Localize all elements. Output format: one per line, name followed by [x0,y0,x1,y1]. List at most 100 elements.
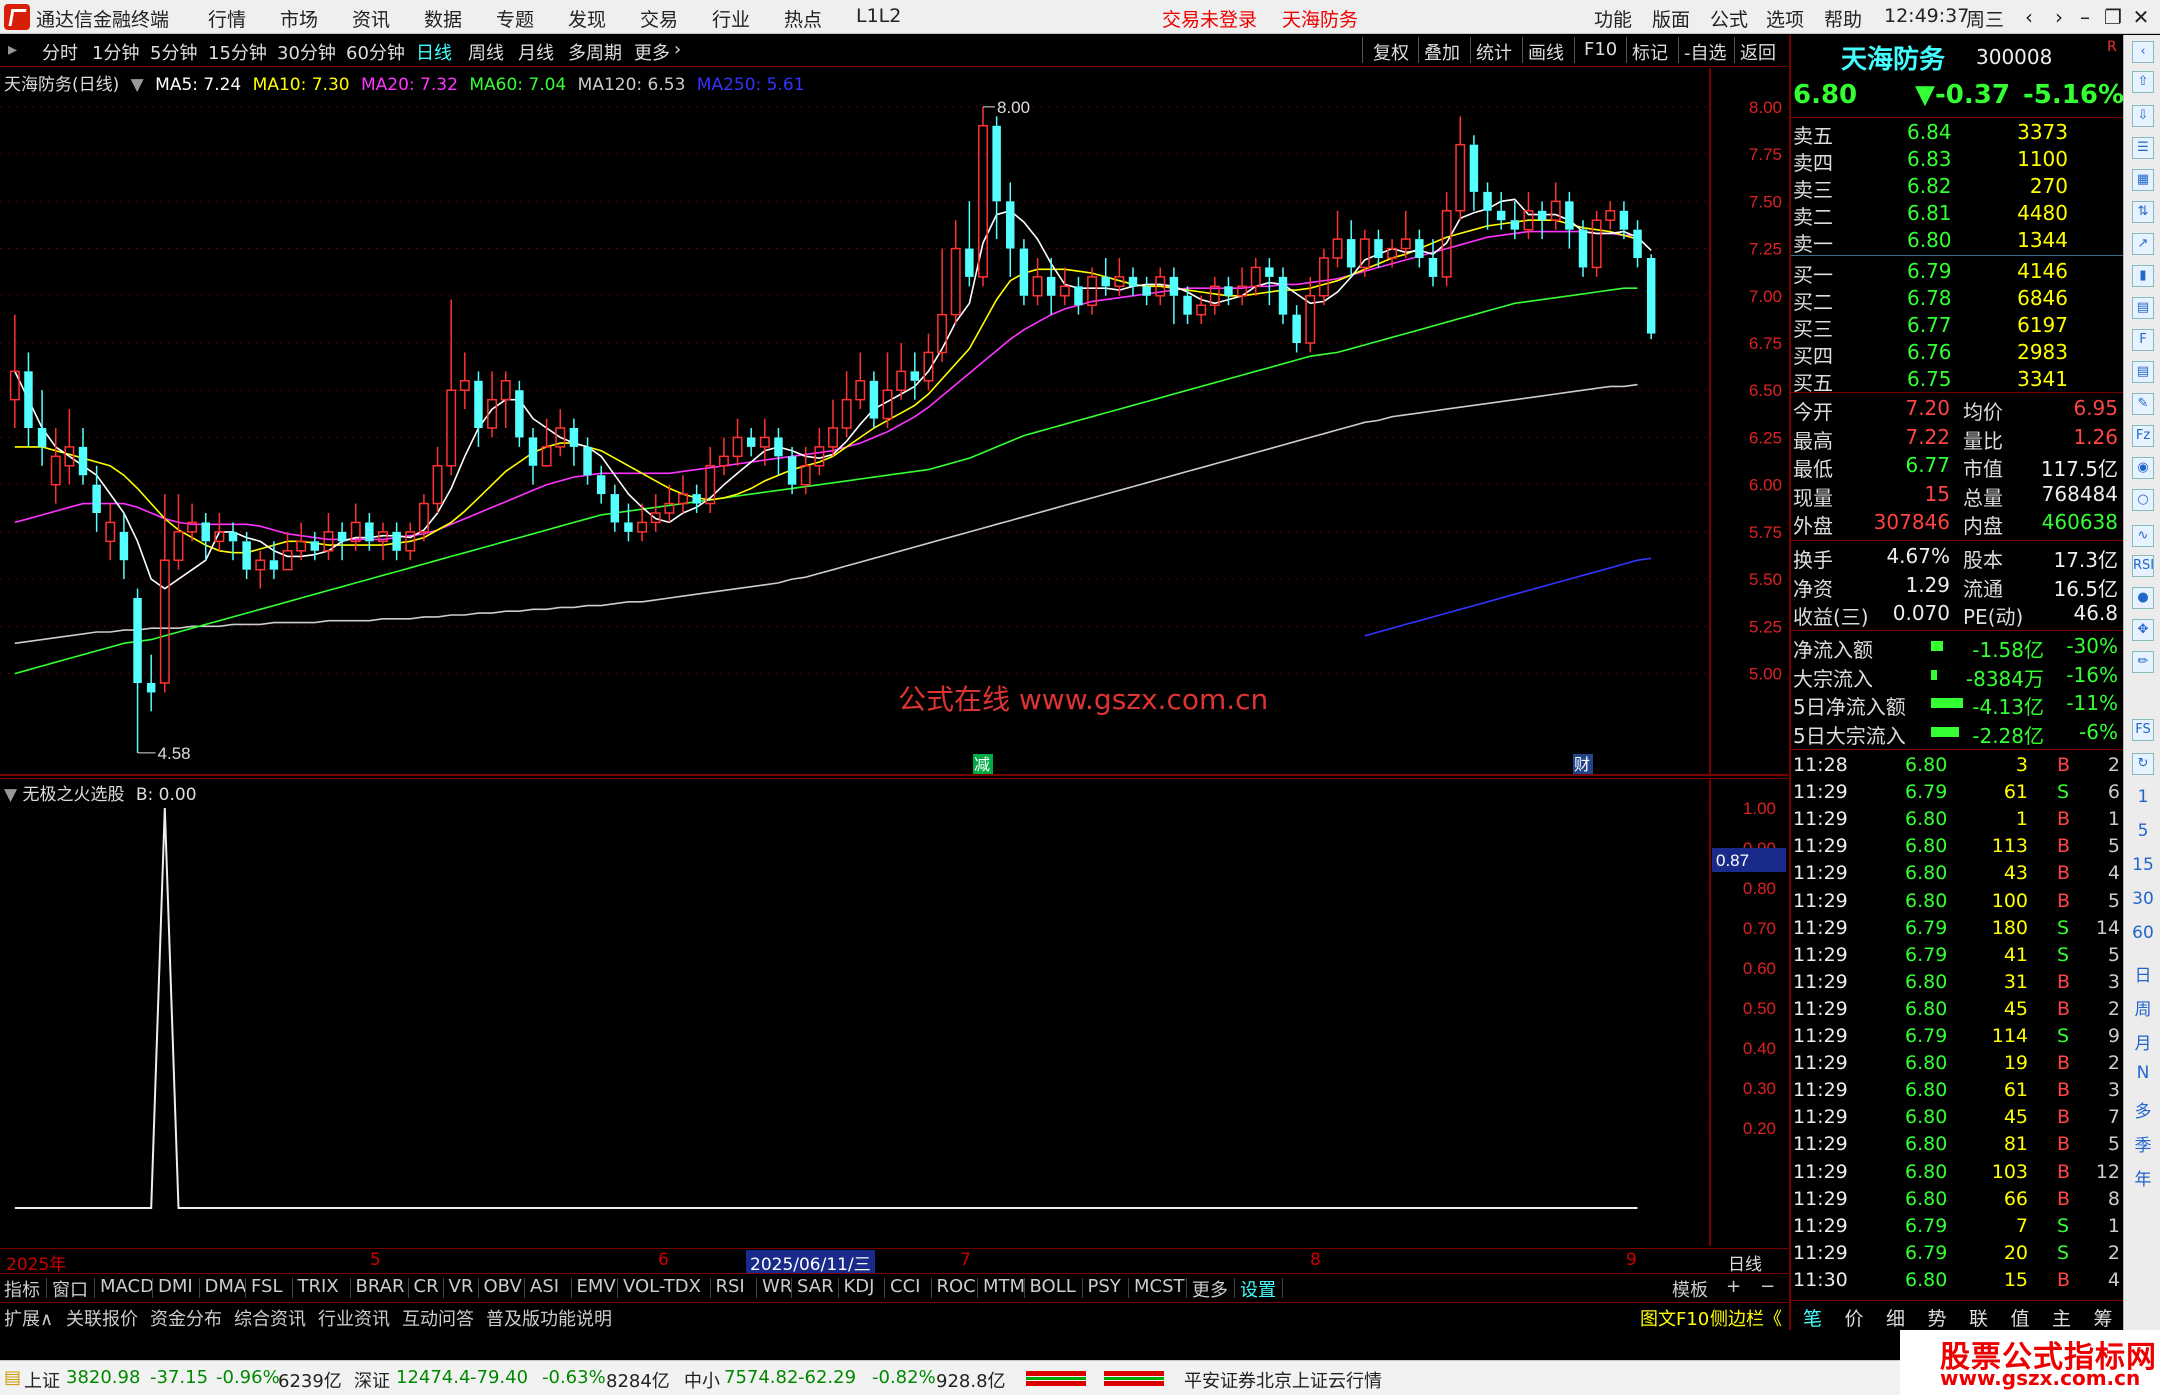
indicator-tab[interactable]: WR [762,1276,792,1297]
move-tool-icon[interactable]: ✥ [2132,619,2154,641]
ask-row[interactable]: 卖四 6.83 1100 [1791,146,2124,175]
quote-tab[interactable]: 联 [1969,1304,1988,1331]
menu-gongshi[interactable]: 公式 [1710,5,1748,32]
indicator-tab[interactable]: 窗口 [52,1276,88,1302]
chart-tool-icon[interactable]: ↗ [2132,233,2154,255]
f10-link[interactable]: 图文F10 [1640,1305,1709,1331]
settings-circle-icon[interactable]: ▼ [131,75,144,95]
menu-jiaoyi[interactable]: 交易 [640,5,678,32]
menu-redian[interactable]: 热点 [784,5,822,32]
indicator-tab[interactable]: KDJ [844,1276,875,1297]
btn-diejia[interactable]: 叠加 [1424,39,1460,65]
period-fenshi[interactable]: 分时 [42,39,78,65]
period-1min[interactable]: 1分钟 [92,39,139,65]
indicator-tab[interactable]: MCST [1134,1276,1185,1297]
period-weekly[interactable]: 周线 [468,39,504,65]
indicator-tab[interactable]: RSI [716,1276,745,1297]
indicator-tab[interactable]: 更多 [1192,1276,1228,1302]
note-tool-icon[interactable]: ✎ [2132,393,2154,415]
period-tool-month[interactable]: 月 [2132,1029,2154,1054]
indicator-tab[interactable]: 设置 [1240,1276,1276,1302]
tab-shuoming[interactable]: 普及版功能说明 [486,1305,612,1331]
period-tool-30[interactable]: 30 [2132,889,2154,909]
quote-tab[interactable]: 细 [1886,1304,1905,1331]
menu-hangye[interactable]: 行业 [712,5,750,32]
indicator-tab[interactable]: MACD [100,1276,154,1297]
menu-faxian[interactable]: 发现 [568,5,606,32]
menu-gongneng[interactable]: 功能 [1594,5,1632,32]
quote-tab[interactable]: 笔 [1803,1304,1822,1331]
indicator-tab[interactable]: VOL-TDX [623,1276,701,1297]
period-tool-60[interactable]: 60 [2132,923,2154,943]
btn-fuquan[interactable]: 复权 [1373,39,1409,65]
indicator-tab[interactable]: CCI [890,1276,920,1297]
indicator-tab[interactable]: MTM [983,1276,1025,1297]
table-tool-icon[interactable]: ▤ [2132,297,2154,319]
tab-hudong[interactable]: 互动问答 [402,1305,474,1331]
period-multi[interactable]: 多周期 [568,39,622,65]
indicator-tab[interactable]: OBV [484,1276,522,1297]
menu-bangzhu[interactable]: 帮助 [1824,5,1862,32]
btn-remove-favorite[interactable]: -自选 [1684,39,1727,65]
indicator-tab[interactable]: PSY [1088,1276,1121,1297]
quote-tab[interactable]: 筹 [2094,1304,2113,1331]
ask-row[interactable]: 卖一 6.80 1344 [1791,227,2124,256]
quote-tab[interactable]: 值 [2011,1304,2030,1331]
ask-row[interactable]: 卖三 6.82 270 [1791,173,2124,202]
indicator-tab[interactable]: BRAR [356,1276,405,1297]
indicator-tab[interactable]: CR [414,1276,439,1297]
grid-tool-icon[interactable]: ▦ [2132,169,2154,191]
indicator-tab[interactable]: ROC [937,1276,976,1297]
menu-zhuanti[interactable]: 专题 [496,5,534,32]
rsi-tool-icon[interactable]: RSI [2132,555,2154,577]
zoom-in-icon[interactable]: + [1726,1276,1741,1297]
quote-tab[interactable]: 势 [1928,1304,1947,1331]
tab-guanlian[interactable]: 关联报价 [66,1305,138,1331]
tab-zonghe[interactable]: 综合资讯 [234,1305,306,1331]
doc-tool-icon[interactable]: ▤ [2132,361,2154,383]
tab-hangye[interactable]: 行业资讯 [318,1305,390,1331]
btn-biaoji[interactable]: 标记 [1632,39,1668,65]
candle-tool-icon[interactable]: ▮ [2132,265,2154,287]
rong-tool-icon[interactable]: ● [2132,587,2154,609]
indicator-settings-icon[interactable]: ▼ [4,785,17,805]
btn-f10[interactable]: F10 [1584,39,1617,60]
tab-kuozhan[interactable]: 扩展∧ [4,1305,53,1331]
back-arrow-icon[interactable]: ‹ [2014,2,2044,32]
zoom-out-icon[interactable]: − [1760,1276,1775,1297]
btn-fanhui[interactable]: 返回 [1740,39,1776,65]
menu-xuanxiang[interactable]: 选项 [1766,5,1804,32]
f10-tool-icon[interactable]: F [2132,329,2154,351]
period-tool-1[interactable]: 1 [2132,787,2154,807]
period-tool-15[interactable]: 15 [2132,855,2154,875]
period-tool-n[interactable]: N [2132,1063,2154,1083]
period-monthly[interactable]: 月线 [518,39,554,65]
up-tool-icon[interactable]: ⇧ [2132,71,2154,93]
bid-row[interactable]: 买三 6.77 6197 [1791,312,2124,341]
status-menu-icon[interactable]: ▤ [4,1367,21,1388]
period-more[interactable]: 更多 [634,39,670,65]
indicator-tab[interactable]: EMV [577,1276,616,1297]
indicator-tab[interactable]: VR [449,1276,474,1297]
period-60min[interactable]: 60分钟 [346,39,405,65]
btn-huaxian[interactable]: 画线 [1528,39,1564,65]
kline-tool-icon[interactable]: ⇅ [2132,201,2154,223]
back-tool-icon[interactable]: ‹ [2132,41,2154,63]
quote-tab[interactable]: 主 [2052,1304,2071,1331]
period-daily[interactable]: 日线 [416,39,452,65]
indicator-tab[interactable]: 指标 [4,1276,40,1302]
btn-tongji[interactable]: 统计 [1476,39,1512,65]
indicator-tab[interactable]: DMA [205,1276,247,1297]
period-5min[interactable]: 5分钟 [150,39,197,65]
menu-banmian[interactable]: 版面 [1652,5,1690,32]
indicator-tab[interactable]: FSL [251,1276,283,1297]
login-status[interactable]: 交易未登录 [1162,5,1257,32]
down-tool-icon[interactable]: ⇩ [2132,105,2154,127]
fz-tool-icon[interactable]: Fz [2132,425,2154,447]
period-tool-quarter[interactable]: 季 [2132,1131,2154,1156]
period-15min[interactable]: 15分钟 [208,39,267,65]
period-tool-year[interactable]: 年 [2132,1165,2154,1190]
refresh-tool-icon[interactable]: ↻ [2132,753,2154,775]
indicator-tab[interactable]: TRIX [298,1276,339,1297]
list-tool-icon[interactable]: ☰ [2132,137,2154,159]
